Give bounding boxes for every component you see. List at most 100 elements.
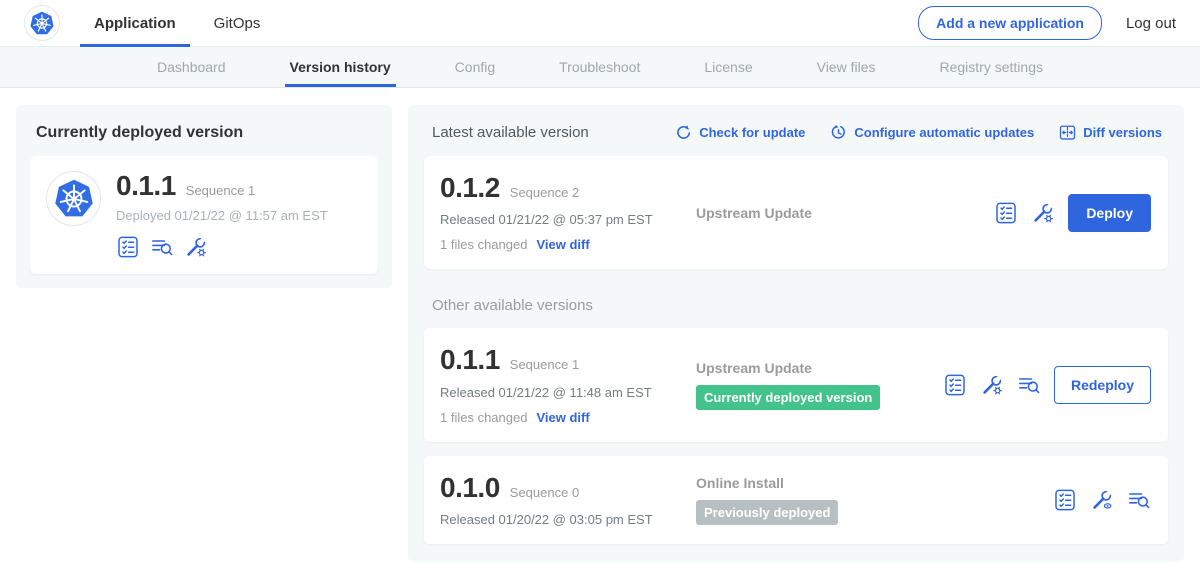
config-icon[interactable] xyxy=(980,373,1004,397)
version-actions-group: Deploy xyxy=(994,194,1154,232)
config-icon[interactable] xyxy=(184,235,208,259)
top-nav: Application GitOps Add a new application… xyxy=(0,0,1200,47)
version-source: Online Install Previously deployed xyxy=(696,475,1053,525)
source-label: Upstream Update xyxy=(696,205,994,221)
subnav-dashboard[interactable]: Dashboard xyxy=(154,47,229,87)
kubernetes-helm-icon xyxy=(29,10,55,37)
check-for-update-label: Check for update xyxy=(699,125,805,140)
wrench-gear-icon xyxy=(184,235,208,259)
logout-button[interactable]: Log out xyxy=(1126,15,1176,32)
files-changed: 1 files changed xyxy=(440,237,527,252)
source-label: Online Install xyxy=(696,475,1053,491)
version-actions-group xyxy=(1053,488,1154,512)
preflight-checklist-icon[interactable] xyxy=(116,235,140,259)
subnav-troubleshoot[interactable]: Troubleshoot xyxy=(556,47,643,87)
preflight-checklist-icon[interactable] xyxy=(943,373,967,397)
wrench-gear-icon xyxy=(1031,201,1055,225)
version-row-0-1-1: 0.1.1 Sequence 1 Released 01/21/22 @ 11:… xyxy=(424,328,1168,441)
version-actions: Check for update Configure automatic upd… xyxy=(675,124,1162,141)
version-source: Upstream Update Currently deployed versi… xyxy=(696,360,943,410)
tab-gitops-label: GitOps xyxy=(214,15,261,32)
schedule-icon xyxy=(830,124,847,141)
wrench-gear-icon xyxy=(980,373,1004,397)
checklist-icon xyxy=(116,235,140,259)
deployed-version-card: 0.1.1 Sequence 1 Deployed 01/21/22 @ 11:… xyxy=(30,156,378,274)
checklist-icon xyxy=(1053,488,1077,512)
subnav-license[interactable]: License xyxy=(701,47,755,87)
version-history-panel: Latest available version Check for updat… xyxy=(408,105,1184,562)
deployed-icon-row xyxy=(116,235,328,259)
currently-deployed-title: Currently deployed version xyxy=(36,124,378,142)
subnav-registry-settings[interactable]: Registry settings xyxy=(937,47,1046,87)
deploy-logs-icon[interactable] xyxy=(150,235,174,259)
view-config-icon[interactable] xyxy=(1090,488,1114,512)
logs-icon xyxy=(1017,373,1041,397)
version-sequence: Sequence 1 xyxy=(510,357,579,372)
configure-automatic-updates-link[interactable]: Configure automatic updates xyxy=(830,124,1034,141)
subnav-view-files-label: View files xyxy=(817,59,876,75)
source-label: Upstream Update xyxy=(696,360,943,376)
latest-version-title: Latest available version xyxy=(432,124,589,141)
kubernetes-logo xyxy=(24,5,60,41)
kubernetes-helm-icon xyxy=(53,177,95,221)
version-info: 0.1.2 Sequence 2 Released 01/21/22 @ 05:… xyxy=(440,173,696,252)
deploy-logs-icon[interactable] xyxy=(1017,373,1041,397)
redeploy-button[interactable]: Redeploy xyxy=(1054,366,1151,404)
version-info: 0.1.1 Sequence 1 Released 01/21/22 @ 11:… xyxy=(440,345,696,424)
deployed-timestamp: Deployed 01/21/22 @ 11:57 am EST xyxy=(116,208,328,223)
version-info: 0.1.0 Sequence 0 Released 01/20/22 @ 03:… xyxy=(440,473,696,527)
deploy-button[interactable]: Deploy xyxy=(1068,194,1151,232)
checklist-icon xyxy=(994,201,1018,225)
deployed-version-number: 0.1.1 xyxy=(116,171,176,200)
app-subnav: Dashboard Version history Config Trouble… xyxy=(0,47,1200,88)
subnav-version-history-label: Version history xyxy=(290,59,391,75)
deployed-version-info: 0.1.1 Sequence 1 Deployed 01/21/22 @ 11:… xyxy=(116,171,328,259)
version-number: 0.1.0 xyxy=(440,473,500,502)
add-application-button[interactable]: Add a new application xyxy=(918,6,1102,40)
version-sequence: Sequence 0 xyxy=(510,485,579,500)
diff-icon xyxy=(1059,124,1076,141)
preflight-checklist-icon[interactable] xyxy=(994,201,1018,225)
config-icon[interactable] xyxy=(1031,201,1055,225)
top-nav-right: Add a new application Log out xyxy=(918,6,1176,40)
subnav-license-label: License xyxy=(704,59,752,75)
refresh-icon xyxy=(675,124,692,141)
subnav-config-label: Config xyxy=(455,59,495,75)
app-logo xyxy=(46,171,101,226)
other-versions-title: Other available versions xyxy=(432,297,1168,314)
subnav-config[interactable]: Config xyxy=(452,47,498,87)
released-timestamp: Released 01/21/22 @ 11:48 am EST xyxy=(440,385,696,400)
version-sequence: Sequence 2 xyxy=(510,185,579,200)
diff-versions-link[interactable]: Diff versions xyxy=(1059,124,1162,141)
subnav-registry-settings-label: Registry settings xyxy=(940,59,1043,75)
view-diff-link[interactable]: View diff xyxy=(536,410,589,425)
diff-versions-label: Diff versions xyxy=(1083,125,1162,140)
tab-application[interactable]: Application xyxy=(80,0,190,46)
deploy-logs-icon[interactable] xyxy=(1127,488,1151,512)
wrench-eye-icon xyxy=(1090,488,1114,512)
check-for-update-link[interactable]: Check for update xyxy=(675,124,805,141)
kots-admin-console: Application GitOps Add a new application… xyxy=(0,0,1200,564)
previously-deployed-badge: Previously deployed xyxy=(696,500,838,525)
released-timestamp: Released 01/20/22 @ 03:05 pm EST xyxy=(440,512,696,527)
version-actions-group: Redeploy xyxy=(943,366,1154,404)
tab-application-label: Application xyxy=(94,15,176,32)
version-number: 0.1.2 xyxy=(440,173,500,202)
preflight-checklist-icon[interactable] xyxy=(1053,488,1077,512)
currently-deployed-badge: Currently deployed version xyxy=(696,385,880,410)
logs-icon xyxy=(150,235,174,259)
version-row-0-1-2: 0.1.2 Sequence 2 Released 01/21/22 @ 05:… xyxy=(424,156,1168,269)
configure-automatic-updates-label: Configure automatic updates xyxy=(854,125,1034,140)
version-row-0-1-0: 0.1.0 Sequence 0 Released 01/20/22 @ 03:… xyxy=(424,456,1168,544)
version-number: 0.1.1 xyxy=(440,345,500,374)
latest-version-header: Latest available version Check for updat… xyxy=(424,121,1168,142)
version-source: Upstream Update xyxy=(696,205,994,221)
deployed-sequence: Sequence 1 xyxy=(186,183,255,198)
app-tabs: Application GitOps xyxy=(80,0,284,46)
view-diff-link[interactable]: View diff xyxy=(536,237,589,252)
main-content: Currently deployed version 0.1.1 Sequenc… xyxy=(0,88,1200,564)
subnav-version-history[interactable]: Version history xyxy=(287,47,394,87)
subnav-troubleshoot-label: Troubleshoot xyxy=(559,59,640,75)
subnav-view-files[interactable]: View files xyxy=(814,47,879,87)
tab-gitops[interactable]: GitOps xyxy=(200,0,275,46)
